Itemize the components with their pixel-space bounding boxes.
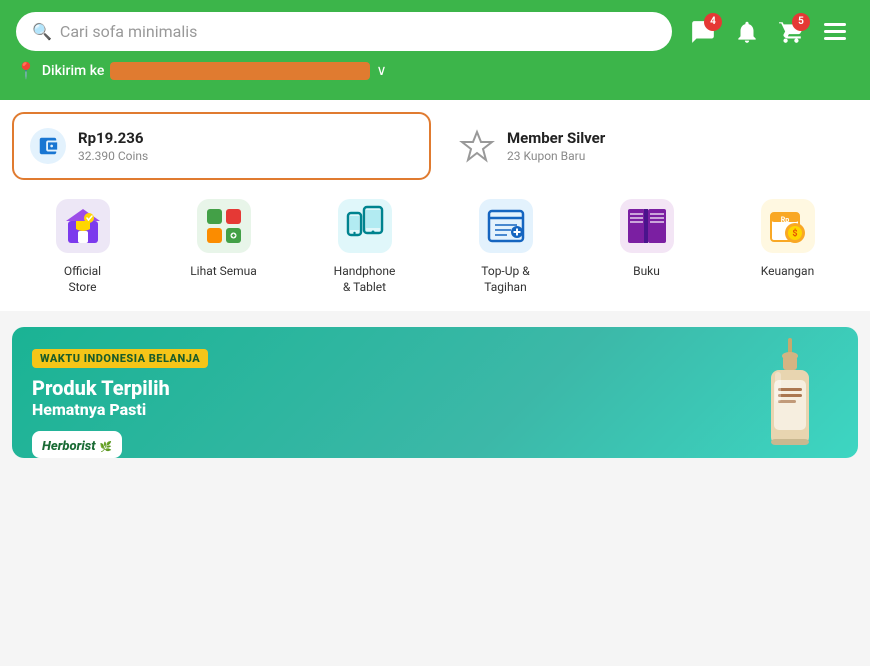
banner-tag: WAKTU INDONESIA BELANJA [32, 349, 208, 368]
wallet-info: Rp19.236 32.390 Coins [78, 129, 148, 163]
location-row: 📍 Dikirim ke ∨ [16, 61, 854, 80]
category-lihat-semua[interactable]: Lihat Semua [174, 196, 274, 280]
balance-card-member[interactable]: Member Silver 23 Kupon Baru [443, 112, 858, 180]
banner-inner[interactable]: WAKTU INDONESIA BELANJA Produk Terpilih … [12, 327, 858, 458]
location-label: Dikirim ke [42, 63, 104, 79]
wallet-svg [37, 135, 59, 157]
keuangan-icon: Rp $ [761, 199, 815, 253]
member-svg [459, 128, 495, 164]
search-placeholder: Cari sofa minimalis [60, 22, 197, 41]
category-handphone-tablet[interactable]: Handphone & Tablet [315, 196, 415, 295]
location-icon: 📍 [16, 61, 36, 80]
keuangan-label: Keuangan [761, 264, 814, 280]
wallet-coins: 32.390 Coins [78, 149, 148, 163]
balance-row: Rp19.236 32.390 Coins Member Silver 23 K… [12, 100, 858, 192]
member-info: Member Silver 23 Kupon Baru [507, 129, 605, 163]
categories-section: Official Store [12, 192, 858, 311]
category-topup-tagihan[interactable]: Top-Up & Tagihan [456, 196, 556, 295]
search-row: 🔍 Cari sofa minimalis 4 [16, 12, 854, 51]
banner-subtitle: Hematnya Pasti [32, 400, 838, 419]
brand-logo: Herborist [42, 439, 96, 454]
message-badge: 4 [704, 13, 722, 31]
category-keuangan[interactable]: Rp $ Keuangan [738, 196, 838, 280]
topup-tagihan-icon-wrap [476, 196, 536, 256]
handphone-tablet-label: Handphone & Tablet [334, 264, 396, 295]
category-buku[interactable]: Buku [597, 196, 697, 280]
lihat-semua-icon-wrap [194, 196, 254, 256]
message-button[interactable]: 4 [684, 13, 722, 51]
handphone-tablet-icon-wrap [335, 196, 395, 256]
topup-tagihan-icon [479, 199, 533, 253]
buku-icon [620, 199, 674, 253]
official-store-icon-wrap [53, 196, 113, 256]
topup-tagihan-label: Top-Up & Tagihan [481, 264, 529, 295]
lihat-semua-label: Lihat Semua [190, 264, 257, 280]
member-icon [459, 128, 495, 164]
notification-button[interactable] [728, 13, 766, 51]
search-icon: 🔍 [32, 22, 52, 41]
svg-text:Rp: Rp [780, 216, 788, 224]
banner-section: WAKTU INDONESIA BELANJA Produk Terpilih … [0, 319, 870, 470]
header-icons: 4 5 [684, 13, 854, 51]
balance-card-wallet[interactable]: Rp19.236 32.390 Coins [12, 112, 431, 180]
svg-text:$: $ [792, 228, 797, 239]
banner-title: Produk Terpilih [32, 376, 838, 400]
search-bar[interactable]: 🔍 Cari sofa minimalis [16, 12, 672, 51]
member-title: Member Silver [507, 129, 605, 147]
buku-icon-wrap [617, 196, 677, 256]
member-subtitle: 23 Kupon Baru [507, 149, 605, 163]
location-bar-placeholder [110, 62, 370, 80]
menu-line-2 [824, 30, 846, 33]
keuangan-icon-wrap: Rp $ [758, 196, 818, 256]
official-store-label: Official Store [64, 264, 101, 295]
category-official-store[interactable]: Official Store [33, 196, 133, 295]
official-store-icon [56, 199, 110, 253]
header: 🔍 Cari sofa minimalis 4 [0, 0, 870, 100]
bell-icon [734, 19, 760, 45]
menu-line-1 [824, 23, 846, 26]
wallet-icon [30, 128, 66, 164]
menu-line-3 [824, 37, 846, 40]
categories-row: Official Store [12, 196, 858, 295]
wallet-amount: Rp19.236 [78, 129, 148, 147]
cart-button[interactable]: 5 [772, 13, 810, 51]
buku-label: Buku [633, 264, 660, 280]
location-chevron[interactable]: ∨ [376, 63, 386, 79]
cart-badge: 5 [792, 13, 810, 31]
menu-button[interactable] [816, 13, 854, 51]
handphone-tablet-icon [338, 199, 392, 253]
lihat-semua-icon [197, 199, 251, 253]
